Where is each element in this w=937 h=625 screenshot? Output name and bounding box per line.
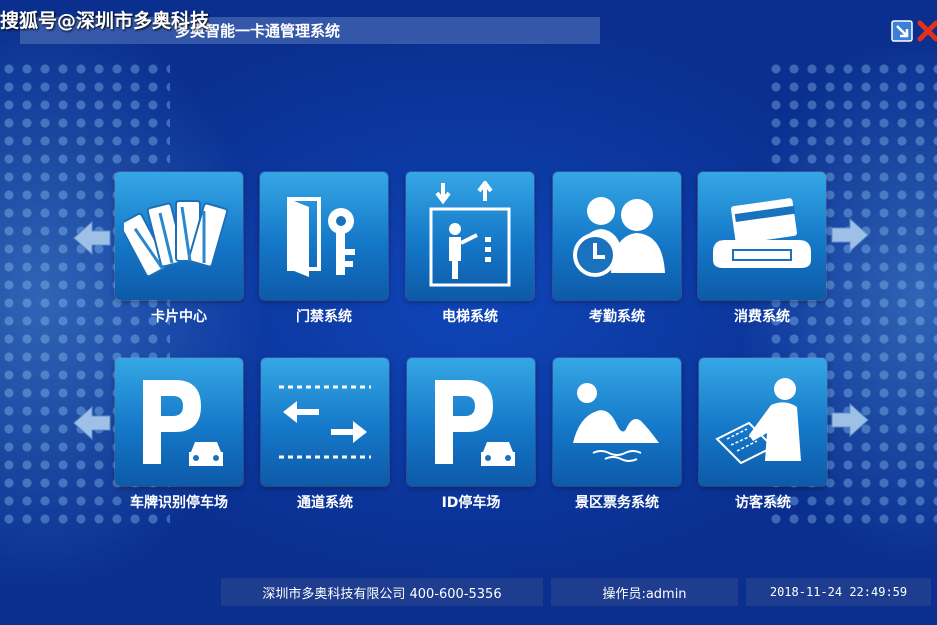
channel-arrows-icon	[279, 385, 371, 459]
close-icon	[917, 20, 937, 42]
arrow-right-icon	[831, 402, 869, 438]
scenic-mountain-icon	[573, 383, 659, 462]
module-scenic-ticketing[interactable]: 景区票务系统	[553, 358, 681, 518]
module-tile[interactable]	[261, 358, 389, 486]
module-tile[interactable]	[553, 172, 681, 300]
module-label: 景区票务系统	[575, 495, 659, 511]
module-tile[interactable]	[260, 172, 388, 300]
next-page-arrow-bottom[interactable]	[830, 400, 870, 440]
elevator-icon	[429, 181, 511, 287]
module-tile[interactable]	[698, 172, 826, 300]
datetime-status: 2018-11-24 22:49:59	[746, 578, 931, 606]
pos-card-reader-icon	[713, 198, 811, 268]
prev-page-arrow-bottom[interactable]	[72, 403, 112, 443]
next-page-arrow-top[interactable]	[830, 215, 870, 255]
module-id-parking[interactable]: ID停车场	[407, 358, 535, 518]
module-label: 车牌识别停车场	[130, 495, 228, 511]
restore-window-button[interactable]	[891, 20, 913, 42]
module-elevator[interactable]: 电梯系统	[406, 172, 534, 332]
parking-car-icon	[435, 380, 515, 466]
module-attendance[interactable]: 考勤系统	[553, 172, 681, 332]
module-label: 消费系统	[734, 309, 790, 325]
parking-car-icon	[143, 380, 223, 466]
company-status: 深圳市多奥科技有限公司 400-600-5356	[221, 578, 543, 606]
module-label: 卡片中心	[151, 309, 207, 325]
watermark: 搜狐号@深圳市多奥科技	[0, 10, 210, 32]
module-label: ID停车场	[441, 495, 501, 511]
module-card-center[interactable]: 卡片中心	[115, 172, 243, 332]
operator-status: 操作员:admin	[551, 578, 738, 606]
module-label: 考勤系统	[589, 309, 645, 325]
module-label: 电梯系统	[442, 309, 498, 325]
cards-icon	[124, 200, 229, 278]
attendance-icon	[573, 197, 665, 277]
arrow-left-icon	[73, 220, 111, 256]
module-visitor[interactable]: 访客系统	[699, 358, 827, 518]
module-tile[interactable]	[553, 358, 681, 486]
restore-icon	[891, 20, 913, 42]
module-tile[interactable]	[407, 358, 535, 486]
visitor-sign-icon	[715, 378, 801, 465]
module-tile[interactable]	[406, 172, 534, 300]
module-tile[interactable]	[115, 358, 243, 486]
module-tile[interactable]	[699, 358, 827, 486]
module-label: 门禁系统	[296, 309, 352, 325]
module-label: 通道系统	[297, 495, 353, 511]
arrow-right-icon	[831, 217, 869, 253]
close-window-button[interactable]	[917, 20, 937, 42]
module-plate-recognition-parking[interactable]: 车牌识别停车场	[115, 358, 243, 518]
door-key-icon	[287, 197, 355, 277]
arrow-left-icon	[73, 405, 111, 441]
module-consumption[interactable]: 消费系统	[698, 172, 826, 332]
module-label: 访客系统	[735, 495, 791, 511]
prev-page-arrow-top[interactable]	[72, 218, 112, 258]
module-channel[interactable]: 通道系统	[261, 358, 389, 518]
module-tile[interactable]	[115, 172, 243, 300]
module-access-control[interactable]: 门禁系统	[260, 172, 388, 332]
